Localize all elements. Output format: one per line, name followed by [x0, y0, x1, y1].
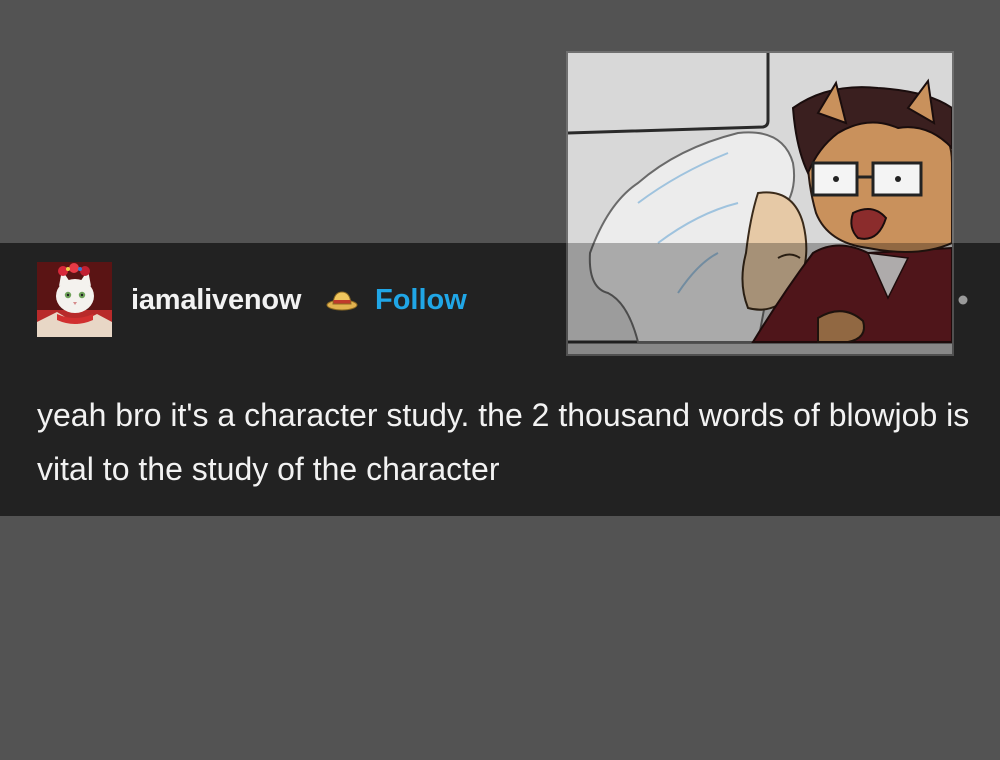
- post-image[interactable]: [566, 51, 954, 356]
- comic-drawing-image: [568, 53, 952, 354]
- user-avatar[interactable]: [37, 262, 112, 337]
- post-username[interactable]: iamalivenow: [131, 283, 301, 317]
- cat-avatar-image: [37, 262, 112, 337]
- post-body-text: yeah bro it's a character study. the 2 t…: [37, 397, 970, 487]
- straw-hat-icon: [326, 291, 358, 311]
- follow-button[interactable]: Follow: [375, 283, 467, 317]
